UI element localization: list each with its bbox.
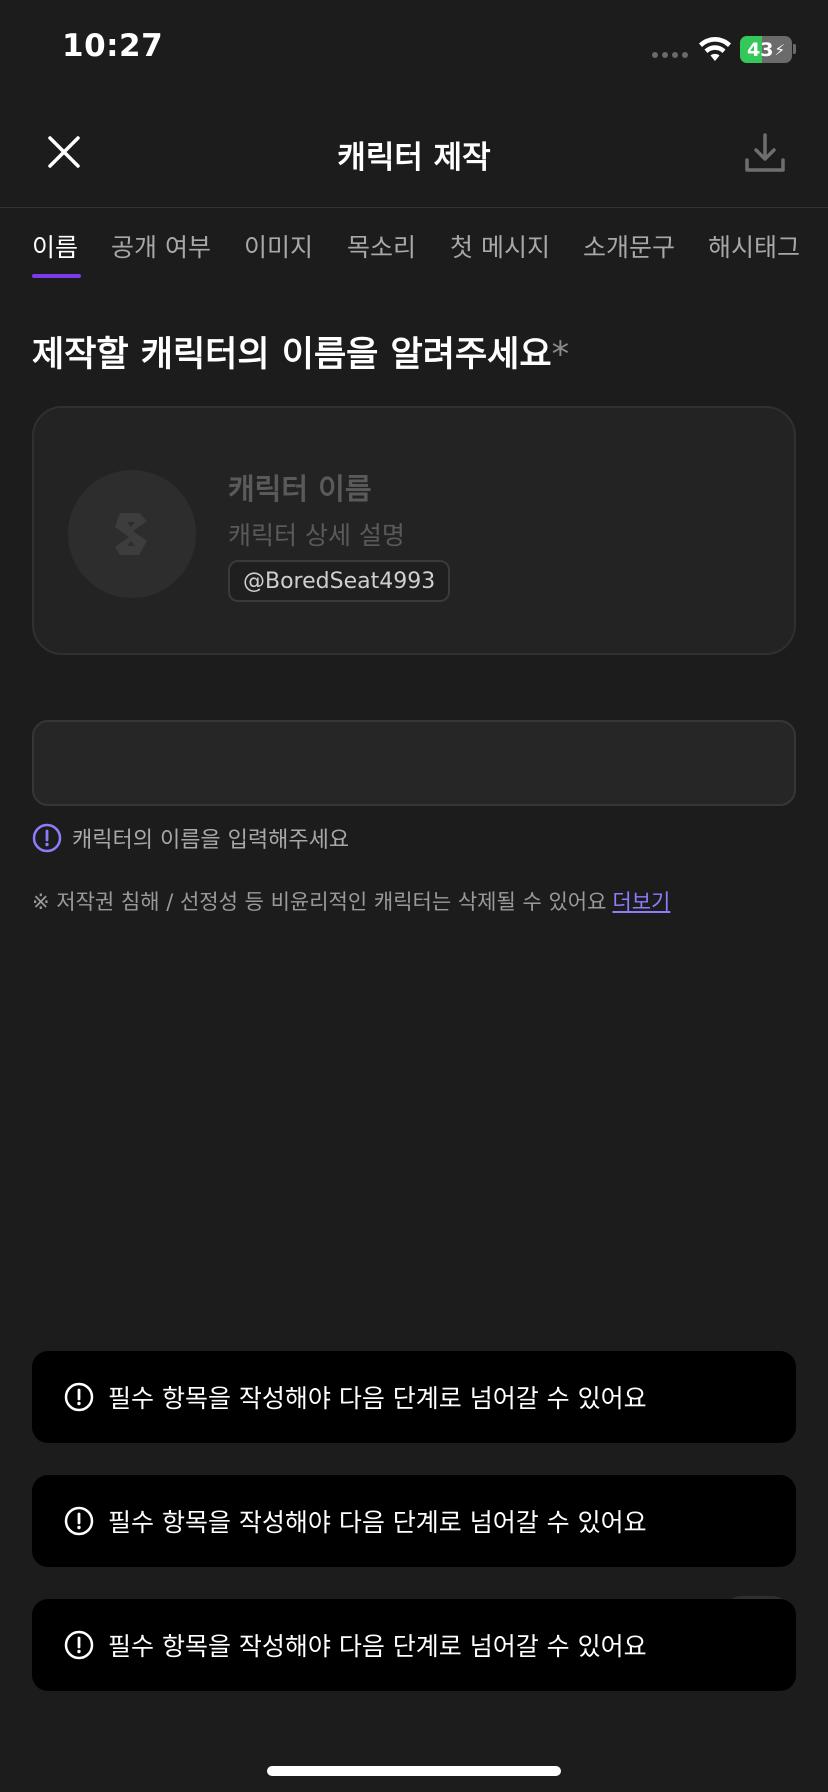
status-bar: 10:27 43 ⚡ — [0, 0, 828, 100]
notice-text: ※ 저작권 침해 / 선정성 등 비윤리적인 캐릭터는 삭제될 수 있어요 — [32, 890, 607, 914]
status-time: 10:27 — [62, 28, 164, 64]
form-heading: 제작할 캐릭터의 이름을 알려주세요* — [32, 326, 569, 377]
tab-bar: 이름 공개 여부 이미지 목소리 첫 메시지 소개문구 해시태그 — [0, 208, 828, 278]
tab-active-indicator — [32, 274, 81, 278]
logo-icon — [115, 513, 147, 555]
toast-required-fields: 필수 항목을 작성해야 다음 단계로 넘어갈 수 있어요 — [32, 1351, 796, 1443]
character-preview-card: 캐릭터 이름 캐릭터 상세 설명 @BoredSeat4993 — [32, 406, 796, 655]
cellular-signal-icon — [652, 52, 688, 58]
alert-circle-icon — [64, 1382, 94, 1412]
preview-character-description: 캐릭터 상세 설명 — [228, 521, 405, 550]
tab-visibility[interactable]: 공개 여부 — [111, 228, 211, 264]
error-text: 캐릭터의 이름을 입력해주세요 — [72, 828, 350, 853]
toast-text: 필수 항목을 작성해야 다음 단계로 넘어갈 수 있어요 — [108, 1508, 647, 1537]
tab-image[interactable]: 이미지 — [244, 228, 313, 264]
required-mark: * — [551, 335, 570, 375]
battery-icon: 43 ⚡ — [740, 36, 792, 63]
name-error-message: 캐릭터의 이름을 입력해주세요 — [32, 822, 349, 854]
heading-text: 제작할 캐릭터의 이름을 알려주세요 — [32, 335, 552, 375]
header: 캐릭터 제작 — [0, 100, 828, 208]
download-button[interactable] — [736, 124, 794, 182]
character-name-input[interactable] — [32, 720, 796, 806]
battery-level: 43 — [747, 38, 774, 61]
alert-circle-icon — [64, 1630, 94, 1660]
wifi-icon — [699, 37, 731, 61]
screen: 10:27 43 ⚡ 캐릭터 제작 이름 공개 여부 이미지 목소리 첫 메시지… — [0, 0, 828, 1792]
toast-required-fields: 필수 항목을 작성해야 다음 단계로 넘어갈 수 있어요 — [32, 1475, 796, 1567]
toast-text: 필수 항목을 작성해야 다음 단계로 넘어갈 수 있어요 — [108, 1632, 647, 1661]
policy-notice: ※ 저작권 침해 / 선정성 등 비윤리적인 캐릭터는 삭제될 수 있어요 더보기 — [32, 886, 670, 916]
preview-character-name: 캐릭터 이름 — [228, 472, 372, 506]
tab-introduction[interactable]: 소개문구 — [583, 228, 675, 264]
preview-user-handle: @BoredSeat4993 — [228, 560, 451, 602]
tab-voice[interactable]: 목소리 — [347, 228, 416, 264]
tab-first-message[interactable]: 첫 메시지 — [450, 228, 550, 264]
toast-required-fields: 필수 항목을 작성해야 다음 단계로 넘어갈 수 있어요 — [32, 1599, 796, 1691]
home-indicator[interactable] — [267, 1766, 561, 1776]
download-icon — [745, 133, 785, 172]
more-link[interactable]: 더보기 — [612, 890, 670, 914]
tab-name[interactable]: 이름 — [32, 228, 78, 264]
avatar — [68, 470, 196, 598]
alert-circle-icon — [32, 823, 62, 853]
alert-circle-icon — [64, 1506, 94, 1536]
toast-text: 필수 항목을 작성해야 다음 단계로 넘어갈 수 있어요 — [108, 1384, 647, 1413]
page-title: 캐릭터 제작 — [337, 140, 491, 176]
tab-hashtag[interactable]: 해시태그 — [708, 228, 800, 264]
